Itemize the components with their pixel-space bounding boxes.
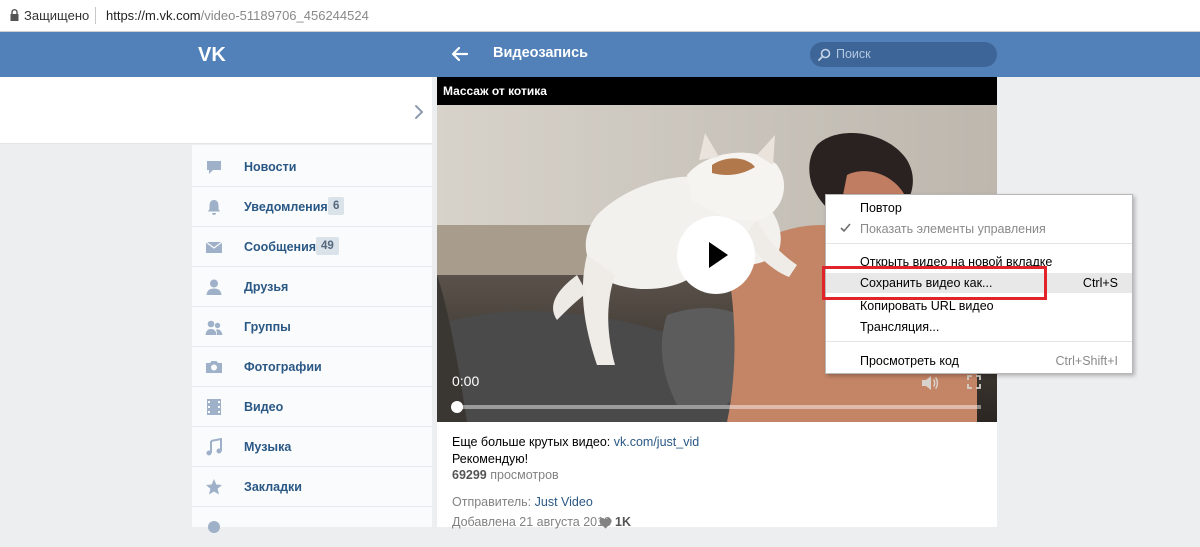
sidebar-item-photos[interactable]: Фотографии: [192, 347, 432, 387]
bell-icon: [208, 200, 220, 215]
search-input[interactable]: Поиск: [810, 42, 997, 67]
sidebar-item-groups[interactable]: Группы: [192, 307, 432, 347]
current-time: 0:00: [452, 373, 480, 389]
sidebar-item-music[interactable]: Музыка: [192, 427, 432, 467]
vk-logo-icon[interactable]: VK: [197, 42, 231, 66]
person-icon: [206, 279, 222, 295]
progress-handle[interactable]: [451, 401, 463, 413]
menu-item-shortcut: Ctrl+S: [1082, 276, 1118, 290]
sidebar-item-label: Музыка: [244, 440, 292, 454]
menu-item-label: Повтор: [860, 201, 902, 215]
star-icon: [206, 479, 222, 495]
sidebar-item-friends[interactable]: Друзья: [192, 267, 432, 307]
svg-text:VK: VK: [198, 44, 226, 66]
menu-item-label: Показать элементы управления: [860, 222, 1046, 236]
browser-address-bar[interactable]: Защищено https://m.vk.com/video-51189706…: [0, 0, 1200, 32]
view-count-label: просмотров: [486, 468, 559, 482]
menu-item-label: Просмотреть код: [860, 354, 959, 368]
site-header: VK Видеозапись Поиск: [0, 32, 1200, 77]
sidebar-item-label: Друзья: [244, 280, 289, 294]
message-count-badge: 49: [316, 237, 339, 255]
url-host: https://m.vk.com: [106, 8, 201, 23]
camera-icon: [206, 361, 222, 373]
notification-count-badge: 6: [328, 197, 345, 215]
sidebar-item-label: Видео: [244, 400, 284, 414]
menu-item-show-controls[interactable]: Показать элементы управления: [826, 219, 1132, 239]
fullscreen-icon[interactable]: [967, 375, 981, 389]
sender-info: Отправитель: Just Video: [452, 495, 593, 509]
url-path: /video-51189706_456244524: [200, 8, 369, 23]
progress-bar[interactable]: [451, 401, 981, 413]
news-icon: [207, 161, 221, 174]
description-line2: Рекомендую!: [452, 452, 529, 466]
sender-label: Отправитель:: [452, 495, 535, 509]
search-icon: [818, 48, 831, 61]
sidebar-item-label: Сообщения: [244, 240, 317, 254]
film-icon: [207, 399, 221, 415]
menu-item-cast[interactable]: Трансляция...: [826, 317, 1132, 337]
chevron-right-icon[interactable]: [413, 104, 425, 120]
page-title: Видеозапись: [493, 45, 589, 61]
sidebar-item-more[interactable]: [192, 507, 432, 547]
sidebar-item-label: Группы: [244, 320, 291, 334]
checkmark-icon: [840, 223, 851, 233]
play-button[interactable]: [677, 216, 755, 294]
sidebar-item-label: Фотографии: [244, 360, 322, 374]
menu-item-loop[interactable]: Повтор: [826, 198, 1132, 218]
view-count: 69299 просмотров: [452, 468, 559, 482]
search-placeholder: Поиск: [836, 47, 871, 61]
highlight-annotation-box: [822, 266, 1047, 300]
menu-item-label: Копировать URL видео: [860, 299, 994, 313]
view-count-number: 69299: [452, 468, 487, 482]
sidebar-expand-panel: [0, 77, 432, 144]
envelope-icon: [205, 241, 223, 253]
lock-icon: [10, 9, 19, 21]
menu-separator: [826, 341, 1132, 342]
sender-link[interactable]: Just Video: [535, 495, 593, 509]
sidebar-item-bookmarks[interactable]: Закладки: [192, 467, 432, 507]
menu-separator: [826, 243, 1132, 244]
description-link[interactable]: vk.com/just_vid: [614, 435, 699, 449]
group-icon: [205, 320, 223, 335]
sidebar-item-news[interactable]: Новости: [192, 147, 432, 187]
sidebar-menu: Новости Уведомления 6 Сообщения 49 Друзь…: [192, 145, 432, 533]
settings-icon: [208, 521, 220, 533]
music-note-icon: [206, 438, 222, 456]
sidebar-item-messages[interactable]: Сообщения 49: [192, 227, 432, 267]
address-separator: [95, 7, 96, 24]
sidebar-item-video[interactable]: Видео: [192, 387, 432, 427]
volume-icon[interactable]: [921, 375, 939, 391]
video-title-bar: Массаж от котика: [437, 77, 997, 105]
sidebar-item-notifications[interactable]: Уведомления 6: [192, 187, 432, 227]
play-icon: [709, 242, 728, 268]
sidebar-item-label: Закладки: [244, 480, 302, 494]
sidebar-item-label: Уведомления: [244, 200, 328, 214]
url-text[interactable]: https://m.vk.com/video-51189706_45624452…: [106, 8, 369, 23]
menu-item-inspect[interactable]: Просмотреть код Ctrl+Shift+I: [826, 351, 1132, 371]
back-arrow-icon[interactable]: [450, 44, 470, 64]
menu-item-shortcut: Ctrl+Shift+I: [1055, 354, 1118, 368]
heart-icon[interactable]: [599, 517, 612, 529]
sidebar-item-label: Новости: [244, 160, 297, 174]
menu-item-label: Трансляция...: [860, 320, 940, 334]
video-description: Еще больше крутых видео: vk.com/just_vid…: [452, 434, 699, 468]
description-text: Еще больше крутых видео:: [452, 435, 614, 449]
video-title: Массаж от котика: [443, 84, 547, 98]
secure-label: Защищено: [24, 8, 90, 23]
